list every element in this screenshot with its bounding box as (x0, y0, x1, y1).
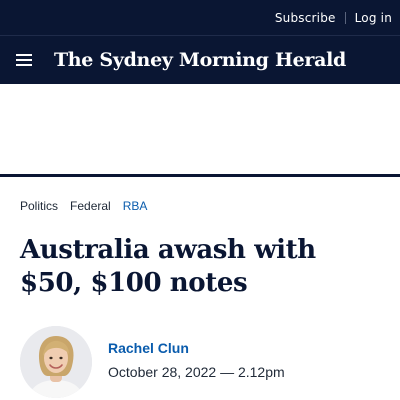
hamburger-menu-icon[interactable] (14, 51, 34, 69)
menu-bar-bottom (16, 64, 32, 66)
subscribe-link[interactable]: Subscribe (275, 11, 336, 25)
breadcrumb-federal[interactable]: Federal (70, 199, 111, 213)
breadcrumb-rba[interactable]: RBA (123, 199, 148, 213)
top-bar-divider (344, 11, 346, 24)
author-photo (20, 326, 92, 398)
breadcrumb: Politics Federal RBA (20, 197, 159, 215)
site-header: The Sydney Morning Herald (0, 36, 400, 84)
menu-bar-middle (16, 59, 32, 61)
ad-slot (0, 84, 400, 174)
breadcrumb-politics[interactable]: Politics (20, 199, 58, 213)
top-bar: Subscribe Log in (0, 0, 400, 36)
menu-bar-top (16, 54, 32, 56)
login-link[interactable]: Log in (355, 11, 392, 25)
article-headline: Australia awash with $50, $100 notes (20, 235, 316, 298)
section-divider (0, 174, 400, 177)
masthead-logo[interactable]: The Sydney Morning Herald (54, 46, 346, 74)
publish-date: October 28, 2022 — 2.12pm (108, 364, 285, 380)
author-avatar[interactable] (20, 326, 92, 398)
author-name-link[interactable]: Rachel Clun (108, 340, 189, 356)
